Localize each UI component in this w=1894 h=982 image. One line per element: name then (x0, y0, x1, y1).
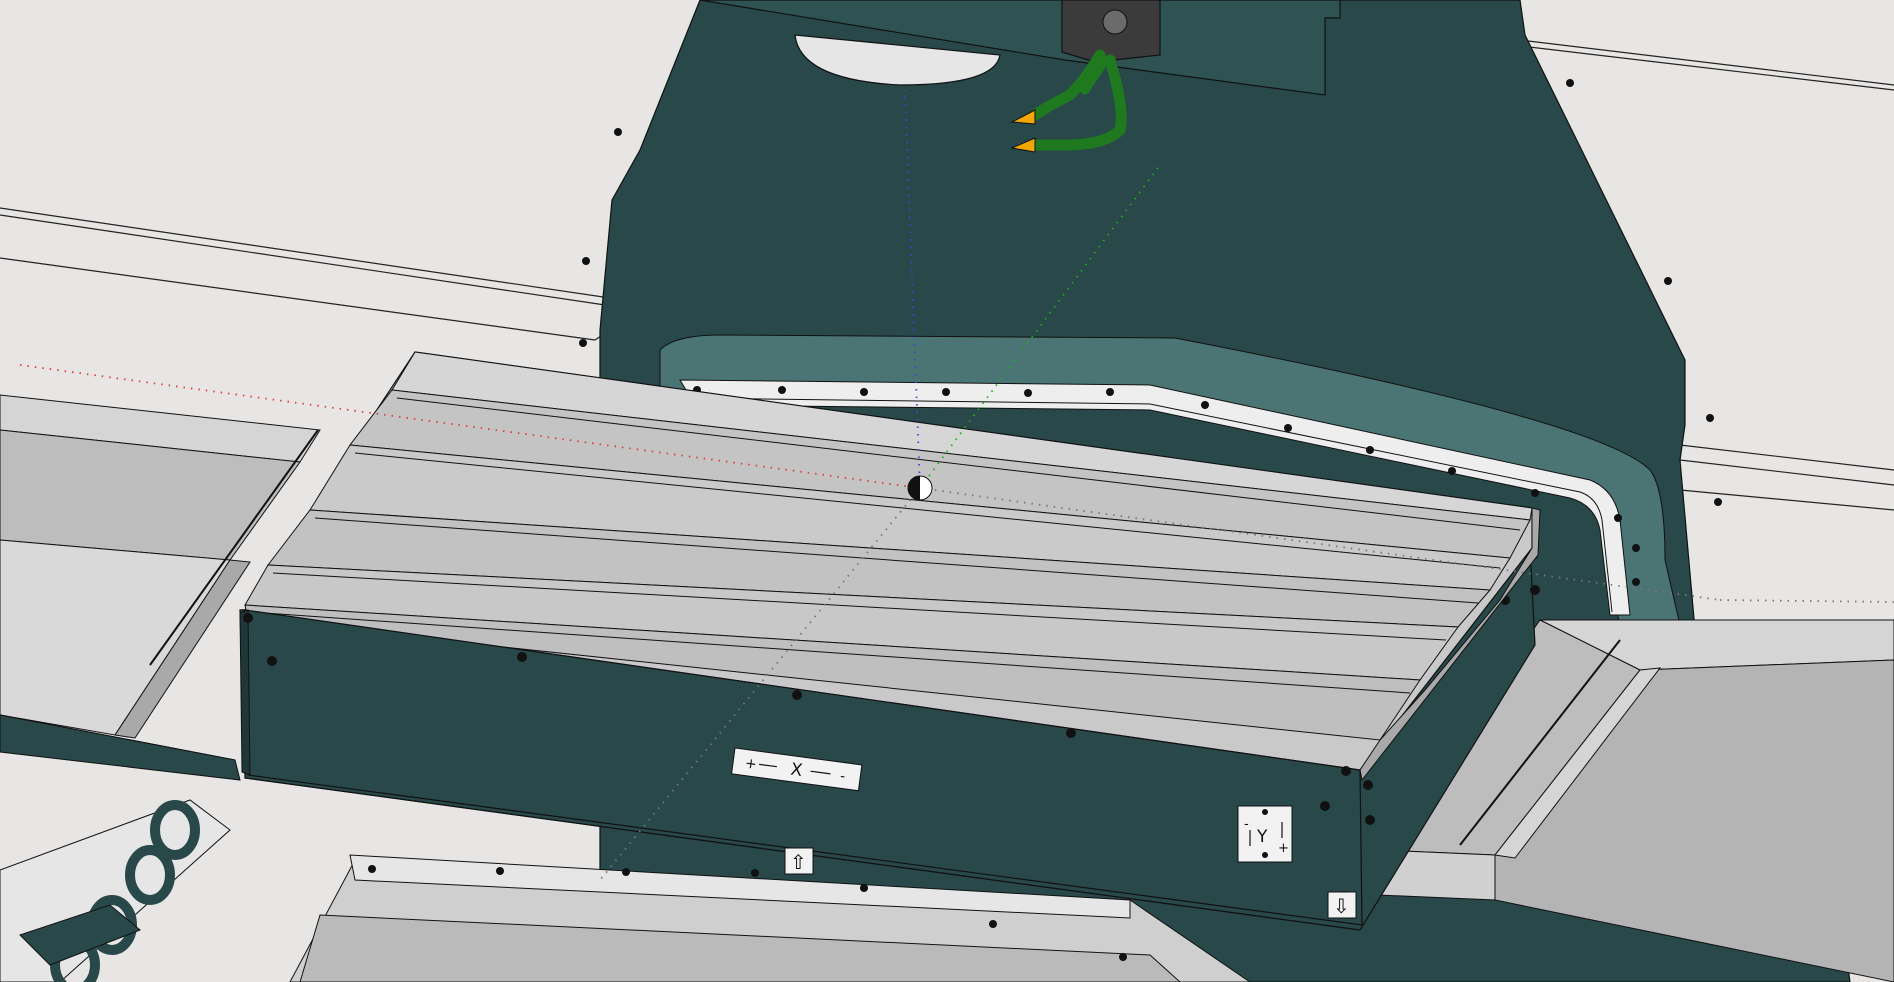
arrow-down-icon: ⇩ (1327, 891, 1357, 919)
origin-marker-icon[interactable] (907, 475, 933, 501)
arrow-up-icon: ⇧ (784, 847, 814, 875)
x-plate-plus: + (744, 756, 758, 773)
cad-viewport[interactable]: + X - - Y + ⇧ ⇩ (0, 0, 1894, 982)
up-arrow-glyph: ⇧ (790, 850, 807, 874)
machine-3d-model[interactable]: + X - - Y + ⇧ ⇩ (0, 0, 1894, 982)
y-plate-plus: + (1278, 841, 1289, 856)
down-arrow-glyph: ⇩ (1333, 894, 1350, 918)
y-plate-axis: Y (1256, 827, 1268, 847)
y-axis-label-plate: - Y + (1237, 805, 1293, 863)
y-plate-minus: - (1244, 817, 1249, 832)
